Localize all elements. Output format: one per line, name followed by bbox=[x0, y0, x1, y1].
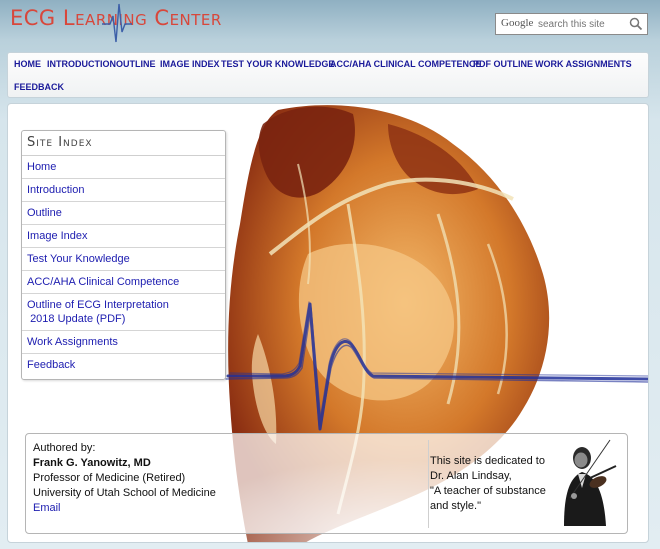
site-index-item-outline[interactable]: Outline bbox=[22, 202, 225, 225]
site-index-item-label: Feedback bbox=[27, 359, 76, 371]
header: ECG Learning Center Google bbox=[0, 0, 660, 52]
site-index-item-feedback[interactable]: Feedback bbox=[22, 354, 225, 376]
dedication-line-2: Dr. Alan Lindsay, bbox=[430, 470, 512, 482]
site-index-title: Site Index bbox=[22, 131, 225, 156]
author-info-box: Authored by: Frank G. Yanowitz, MD Profe… bbox=[25, 433, 628, 534]
author-block: Authored by: Frank G. Yanowitz, MD Profe… bbox=[33, 441, 216, 516]
author-heading: Authored by: bbox=[33, 442, 96, 454]
search-icon[interactable] bbox=[629, 17, 643, 31]
site-index-item-test-your-knowledge[interactable]: Test Your Knowledge bbox=[22, 248, 225, 271]
violinist-photo bbox=[550, 438, 622, 528]
nav-feedback[interactable]: FEEDBACK bbox=[14, 82, 64, 92]
site-index-item-outline-pdf[interactable]: Outline of ECG Interpretation 2018 Updat… bbox=[22, 294, 225, 331]
dedication-line-1: This site is dedicated to bbox=[430, 455, 545, 467]
dedication-line-3: "A teacher of substance bbox=[430, 485, 546, 497]
google-logo: Google bbox=[501, 17, 534, 29]
site-search[interactable]: Google bbox=[495, 13, 648, 35]
nav-work-assignments[interactable]: WORK ASSIGNMENTS bbox=[535, 59, 632, 69]
info-divider bbox=[428, 440, 429, 528]
author-title: Professor of Medicine (Retired) bbox=[33, 472, 186, 484]
nav-pdf-outline[interactable]: PDF OUTLINE bbox=[473, 59, 533, 69]
nav-test-your-knowledge[interactable]: TEST YOUR KNOWLEDGE bbox=[221, 59, 334, 69]
site-index-item-label: ACC/AHA Clinical Competence bbox=[27, 276, 180, 288]
dedication-block: This site is dedicated to Dr. Alan Linds… bbox=[430, 454, 546, 514]
nav-acc-aha-clinical-competence[interactable]: ACC/AHA CLINICAL COMPETENCE bbox=[330, 59, 482, 69]
site-index-item-label: Home bbox=[27, 161, 57, 173]
logo-ecg-wave-icon bbox=[102, 3, 132, 43]
dedication-line-4: and style." bbox=[430, 500, 481, 512]
nav-introduction[interactable]: INTRODUCTION bbox=[47, 59, 116, 69]
site-index-item-introduction[interactable]: Introduction bbox=[22, 179, 225, 202]
site-logo[interactable]: ECG Learning Center bbox=[10, 2, 250, 43]
site-index-item-acc-aha-clinical-competence[interactable]: ACC/AHA Clinical Competence bbox=[22, 271, 225, 294]
nav-image-index[interactable]: IMAGE INDEX bbox=[160, 59, 220, 69]
search-input[interactable] bbox=[538, 16, 626, 32]
site-index-item-label: Work Assignments bbox=[27, 336, 118, 348]
author-email-link[interactable]: Email bbox=[33, 502, 61, 514]
site-index-item-label-line2: 2018 Update (PDF) bbox=[30, 313, 126, 325]
site-index-item-work-assignments[interactable]: Work Assignments bbox=[22, 331, 225, 354]
site-index-item-label: Test Your Knowledge bbox=[27, 253, 130, 265]
site-index-panel: Site Index Home Introduction Outline Ima… bbox=[21, 130, 226, 380]
site-index-item-label: Image Index bbox=[27, 230, 88, 242]
site-index-item-label: Outline bbox=[27, 207, 62, 219]
nav-outline[interactable]: OUTLINE bbox=[116, 59, 156, 69]
top-nav: HOME INTRODUCTION OUTLINE IMAGE INDEX TE… bbox=[7, 52, 649, 98]
site-index-item-home[interactable]: Home bbox=[22, 156, 225, 179]
author-affiliation: University of Utah School of Medicine bbox=[33, 487, 216, 499]
site-index-item-image-index[interactable]: Image Index bbox=[22, 225, 225, 248]
site-index-item-label: Introduction bbox=[27, 184, 85, 196]
author-name: Frank G. Yanowitz, MD bbox=[33, 457, 151, 469]
site-index-item-label: Outline of ECG Interpretation bbox=[27, 299, 169, 311]
nav-home[interactable]: HOME bbox=[14, 59, 41, 69]
